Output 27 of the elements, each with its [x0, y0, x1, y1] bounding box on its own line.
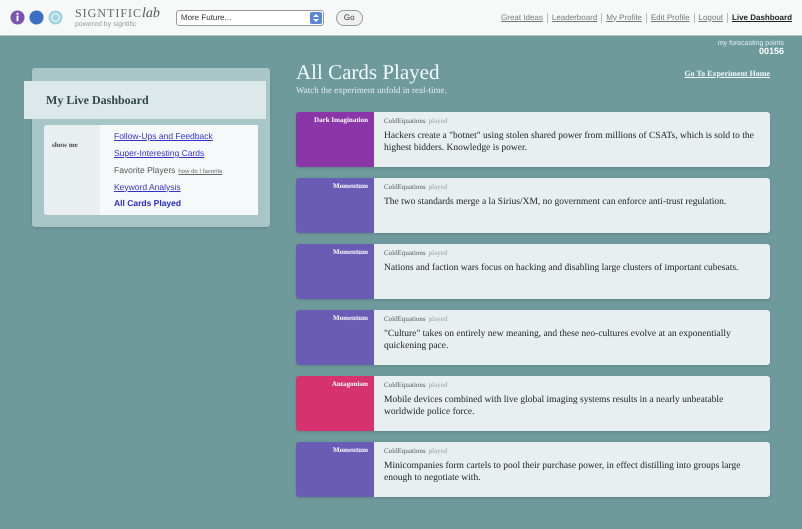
page-subtitle: Watch the experiment unfold in real-time. — [296, 84, 447, 97]
card-text: Mobile devices combined with live global imaging systems results in a nearly unbeatable worldwide police force. — [384, 394, 724, 418]
nav-link[interactable]: My Profile — [606, 12, 642, 24]
card-text: The two standards merge a la Sirius/XM, no government can enforce anti-trust regulation. — [384, 196, 728, 208]
card-text: Minicompanies form cartels to pool their purchase power, in effect distilling into groups large enough to negotiate with. — [384, 460, 742, 484]
dashboard-link[interactable]: Follow-Ups and Feedback — [114, 130, 213, 143]
dashboard-link[interactable]: Super-Interesting Cards — [114, 146, 204, 160]
points-value: 00156 — [758, 47, 784, 56]
info-circle-icon[interactable] — [10, 10, 25, 25]
nav-link[interactable]: Logout — [698, 12, 723, 24]
future-select[interactable]: More Future... — [176, 10, 324, 26]
go-button[interactable]: Go — [336, 10, 363, 26]
card-text: Nations and faction wars focus on hacking and disabling large clusters of important cubesats. — [384, 262, 740, 274]
panel-title: My Live Dashboard — [46, 93, 149, 107]
dashboard-link[interactable]: All Cards Played — [114, 197, 182, 210]
nav-link[interactable]: Edit Profile — [650, 12, 690, 24]
dashboard-link[interactable]: Favorite Players — [114, 164, 176, 176]
nav-link[interactable]: Leaderboard — [552, 12, 598, 24]
logo-wordmark: SIGNTIFIC — [75, 7, 142, 19]
card-text: Hackers create a "botnet" using stolen shared power from millions of CSATs, which is sold to the highest bidders. Knowledge is power. — [384, 130, 755, 154]
dropdown-arrows-icon — [310, 12, 322, 24]
logo-accent: lab — [142, 7, 160, 21]
card-text: "Culture" takes on entirely new meaning, and these neo-cultures evolve at an exponentially quickening pace. — [384, 328, 732, 352]
nav-link[interactable]: Live Dashboard — [732, 12, 792, 24]
dashboard-link[interactable]: Keyword Analysis — [114, 180, 181, 194]
nav-link[interactable]: Great Ideas — [501, 12, 543, 24]
page-title: All Cards Played — [296, 60, 440, 84]
